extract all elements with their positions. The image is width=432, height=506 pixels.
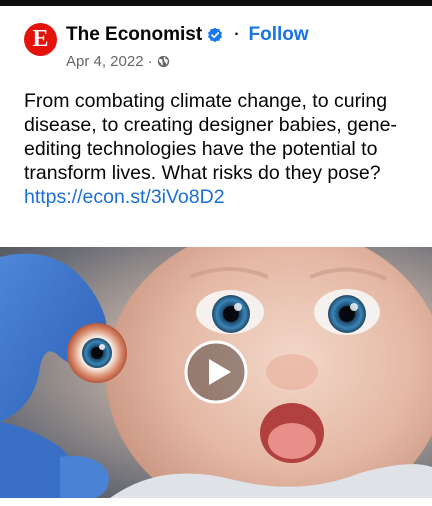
post-footer-edge (0, 498, 432, 506)
post-meta: Apr 4, 2022 · (66, 51, 170, 71)
verified-badge-icon (208, 27, 223, 43)
globe-icon (157, 55, 169, 67)
caption-text: From combating climate change, to curing… (24, 90, 397, 184)
name-row: The Economist · Follow (66, 22, 309, 48)
caption-link[interactable]: https://econ.st/3iVo8D2 (24, 185, 414, 209)
follow-button[interactable]: Follow (249, 24, 309, 46)
play-icon[interactable] (184, 340, 248, 404)
meta-separator: · (147, 52, 153, 70)
page-name[interactable]: The Economist (66, 24, 202, 46)
post-header: E The Economist · Follow Apr 4, 2022 · (24, 22, 424, 74)
video-media[interactable] (0, 247, 432, 498)
separator-dot: · (234, 26, 240, 43)
facebook-post: E The Economist · Follow Apr 4, 2022 · F… (0, 6, 432, 506)
post-date[interactable]: Apr 4, 2022 (66, 53, 144, 70)
page-avatar[interactable]: E (24, 23, 57, 56)
post-caption: From combating climate change, to curing… (24, 89, 414, 209)
